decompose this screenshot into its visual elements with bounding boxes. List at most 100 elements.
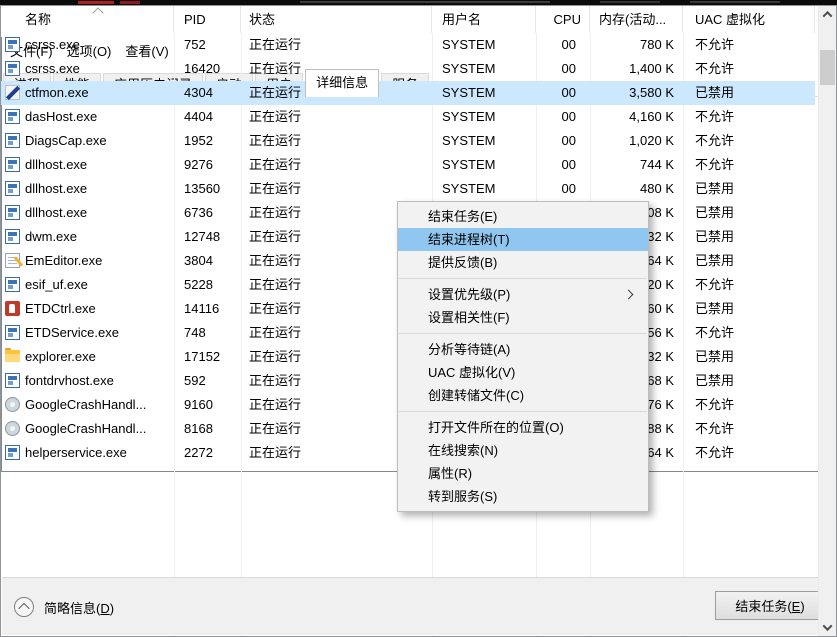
cell-uac: 不允许 (683, 57, 815, 81)
cell-uac: 已禁用 (683, 225, 815, 249)
column-header-uac[interactable]: UAC 虚拟化 (683, 6, 815, 33)
cell-user: SYSTEM (432, 129, 536, 153)
cell-status: 正在运行 (241, 153, 432, 177)
cell-pid: 16420 (174, 57, 241, 81)
menu-item-label: 创建转储文件(C) (428, 388, 524, 403)
chevron-up-icon (18, 603, 29, 614)
cell-mem: 780 K (590, 33, 683, 57)
scrollbar-thumb[interactable] (820, 50, 834, 85)
cell-cpu: 00 (536, 57, 590, 81)
column-header-mem[interactable]: 内存(活动... (590, 6, 683, 33)
menu-item-label: 提供反馈(B) (428, 255, 497, 270)
cell-name: csrss.exe (1, 33, 174, 57)
cell-cpu: 00 (536, 81, 590, 105)
cell-pid: 14116 (174, 297, 241, 321)
menu-item-label: 打开文件所在的位置(O) (428, 420, 564, 435)
menu-item-end-process-tree[interactable]: 结束进程树(T) (398, 228, 648, 251)
cell-user: SYSTEM (432, 153, 536, 177)
tab-details[interactable]: 详细信息 (305, 69, 379, 97)
column-header-status[interactable]: 状态 (241, 6, 432, 33)
background-red-mark (78, 1, 114, 4)
cell-user: SYSTEM (432, 81, 536, 105)
menu-item-label: 属性(R) (428, 466, 472, 481)
background-red-mark (120, 1, 140, 4)
cell-name: dllhost.exe (1, 177, 174, 201)
table-row[interactable]: ctfmon.exe4304正在运行SYSTEM003,580 K已禁用 (1, 81, 815, 105)
cell-name: GoogleCrashHandl... (1, 393, 174, 417)
cell-uac: 不允许 (683, 105, 815, 129)
cell-cpu: 00 (536, 105, 590, 129)
cell-uac: 不允许 (683, 417, 815, 441)
cell-pid: 13560 (174, 177, 241, 201)
column-header-pid[interactable]: PID (174, 6, 241, 33)
menu-item-uac-virtualization[interactable]: UAC 虚拟化(V) (398, 361, 648, 384)
cell-uac: 不允许 (683, 393, 815, 417)
vertical-scrollbar[interactable] (818, 6, 834, 472)
menu-item-label: 转到服务(S) (428, 489, 497, 504)
cell-mem: 4,160 K (590, 105, 683, 129)
context-menu: 结束任务(E) 结束进程树(T) 提供反馈(B) 设置优先级(P) 设置相关性(F) 分析… (397, 201, 649, 512)
menu-separator (399, 333, 647, 334)
menu-item-analyze-wait-chain[interactable]: 分析等待链(A) (398, 338, 648, 361)
menu-item-create-dump-file[interactable]: 创建转储文件(C) (398, 384, 648, 407)
menu-item-label: UAC 虚拟化(V) (428, 365, 515, 380)
table-row[interactable]: dasHost.exe4404正在运行SYSTEM004,160 K不允许 (1, 105, 815, 129)
table-row[interactable]: csrss.exe16420正在运行SYSTEM001,400 K不允许 (1, 57, 815, 81)
cell-name: GoogleCrashHandl... (1, 417, 174, 441)
cell-cpu: 00 (536, 153, 590, 177)
cell-name: ctfmon.exe (1, 81, 174, 105)
end-task-button[interactable]: 结束任务(E) (715, 591, 825, 620)
cell-user: SYSTEM (432, 33, 536, 57)
cell-mem: 480 K (590, 177, 683, 201)
column-header-user[interactable]: 用户名 (432, 6, 536, 33)
cell-user: SYSTEM (432, 57, 536, 81)
cell-pid: 592 (174, 369, 241, 393)
cell-name: dwm.exe (1, 225, 174, 249)
cell-pid: 9160 (174, 393, 241, 417)
column-header-name[interactable]: 名称 (1, 6, 174, 33)
cell-pid: 6736 (174, 201, 241, 225)
scroll-up-button[interactable] (819, 6, 834, 23)
menu-item-label: 设置相关性(F) (428, 310, 510, 325)
submenu-arrow-icon (624, 290, 634, 300)
cell-pid: 4304 (174, 81, 241, 105)
chevron-up-circle-icon (14, 597, 34, 617)
cell-cpu: 00 (536, 129, 590, 153)
menu-item-open-file-location[interactable]: 打开文件所在的位置(O) (398, 416, 648, 439)
cell-cpu: 00 (536, 33, 590, 57)
cell-name: fontdrvhost.exe (1, 369, 174, 393)
cell-uac: 不允许 (683, 33, 815, 57)
menu-item-set-affinity[interactable]: 设置相关性(F) (398, 306, 648, 329)
cell-uac: 不允许 (683, 273, 815, 297)
table-row[interactable]: DiagsCap.exe1952正在运行SYSTEM001,020 K不允许 (1, 129, 815, 153)
cell-uac: 不允许 (683, 321, 815, 345)
status-bar: 简略信息(D) 结束任务(E) (2, 577, 835, 635)
menu-item-search-online[interactable]: 在线搜索(N) (398, 439, 648, 462)
menu-item-set-priority[interactable]: 设置优先级(P) (398, 283, 648, 306)
cell-user: SYSTEM (432, 177, 536, 201)
cell-uac: 不允许 (683, 153, 815, 177)
menu-item-go-to-services[interactable]: 转到服务(S) (398, 485, 648, 508)
table-row[interactable]: csrss.exe752正在运行SYSTEM00780 K不允许 (1, 33, 815, 57)
menu-item-provide-feedback[interactable]: 提供反馈(B) (398, 251, 648, 274)
fewer-details-toggle[interactable]: 简略信息(D) (14, 593, 114, 621)
cell-pid: 9276 (174, 153, 241, 177)
cell-user: SYSTEM (432, 105, 536, 129)
cell-pid: 748 (174, 321, 241, 345)
menu-item-label: 在线搜索(N) (428, 443, 498, 458)
cell-name: helperservice.exe (1, 441, 174, 465)
cell-status: 正在运行 (241, 33, 432, 57)
menu-separator (399, 278, 647, 279)
table-row[interactable]: dllhost.exe9276正在运行SYSTEM00744 K不允许 (1, 153, 815, 177)
cell-pid: 3804 (174, 249, 241, 273)
menu-item-end-task[interactable]: 结束任务(E) (398, 205, 648, 228)
cell-uac: 已禁用 (683, 345, 815, 369)
cell-status: 正在运行 (241, 177, 432, 201)
cell-name: explorer.exe (1, 345, 174, 369)
menu-item-properties[interactable]: 属性(R) (398, 462, 648, 485)
column-header-cpu[interactable]: CPU (536, 6, 590, 33)
table-row[interactable]: dllhost.exe13560正在运行SYSTEM00480 K已禁用 (1, 177, 815, 201)
cell-uac: 已禁用 (683, 177, 815, 201)
cell-uac: 不允许 (683, 441, 815, 465)
menu-item-label: 结束任务(E) (428, 209, 497, 224)
